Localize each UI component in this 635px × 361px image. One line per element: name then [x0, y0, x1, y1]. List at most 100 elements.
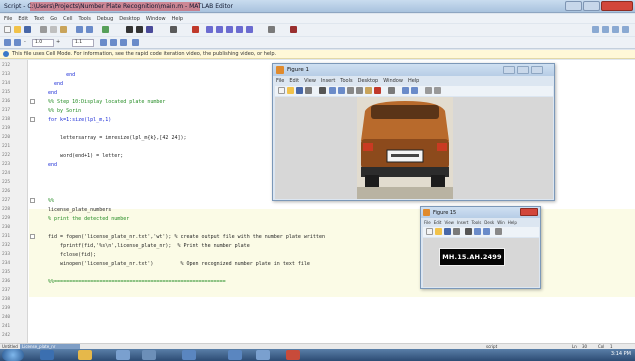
menu-tools[interactable]: Tools	[78, 16, 90, 22]
new-file-icon[interactable]	[4, 26, 11, 33]
cell-publish-icon[interactable]	[132, 39, 139, 46]
menu-cell[interactable]: Cell	[63, 16, 72, 22]
menu-desktop[interactable]: Desktop	[119, 16, 140, 22]
menu-window[interactable]: Window	[146, 16, 166, 22]
minimize-button[interactable]	[565, 1, 582, 11]
copy-icon[interactable]	[50, 26, 57, 33]
exit-debug-icon[interactable]	[246, 26, 253, 33]
cell-zoom-field-b[interactable]: 1.1	[72, 39, 94, 47]
find-icon[interactable]	[146, 26, 153, 33]
fig1-menu-view[interactable]: View	[304, 78, 316, 84]
menu-file[interactable]: File	[4, 16, 12, 22]
cell-multiply-icon[interactable]	[110, 39, 117, 46]
cell-run-icon[interactable]	[4, 39, 11, 46]
fig15-menu-insert[interactable]: Insert	[457, 220, 468, 225]
cell-evaluate-icon[interactable]	[120, 39, 127, 46]
back-icon[interactable]	[126, 26, 133, 33]
fig1-print-icon[interactable]	[305, 87, 312, 94]
fig15-menu-file[interactable]: File	[424, 220, 431, 225]
taskbar-matlab-icon[interactable]	[182, 350, 196, 360]
fig1-menu-desktop[interactable]: Desktop	[358, 78, 379, 84]
run-icon[interactable]	[102, 26, 109, 33]
figure-15-axes[interactable]: MH.15.AH.2499	[423, 238, 539, 287]
save-icon[interactable]	[24, 26, 31, 33]
taskbar-ie-icon[interactable]	[40, 350, 54, 360]
fig1-open-icon[interactable]	[287, 87, 294, 94]
fig1-hide-tools-icon[interactable]	[425, 87, 432, 94]
menu-debug[interactable]: Debug	[97, 16, 113, 22]
taskbar-app3-icon[interactable]	[256, 350, 270, 360]
cut-icon[interactable]	[40, 26, 47, 33]
fig15-menu-desktop[interactable]: Desk	[484, 220, 494, 225]
fig1-menu-edit[interactable]: Edit	[289, 78, 299, 84]
step-icon[interactable]	[206, 26, 213, 33]
figure-15-window[interactable]: Figure 15 File Edit View Insert Tools De…	[420, 206, 541, 289]
taskbar-explorer-icon[interactable]	[78, 350, 92, 360]
fig1-menu-window[interactable]: Window	[383, 78, 403, 84]
fig15-menu-help[interactable]: Help	[508, 220, 517, 225]
profiler-icon[interactable]	[290, 26, 297, 33]
fig1-zoom-out-icon[interactable]	[338, 87, 345, 94]
fold-toggle-icon[interactable]	[30, 234, 35, 239]
fig1-datacursor-icon[interactable]	[365, 87, 372, 94]
fig1-new-icon[interactable]	[278, 87, 285, 94]
taskbar-app4-icon[interactable]	[286, 350, 300, 360]
fig1-pan-icon[interactable]	[347, 87, 354, 94]
figure-1-minimize-button[interactable]	[503, 66, 515, 74]
dock-icon-d[interactable]	[622, 26, 629, 33]
continue-icon[interactable]	[236, 26, 243, 33]
fig1-zoom-in-icon[interactable]	[329, 87, 336, 94]
open-folder-icon[interactable]	[14, 26, 21, 33]
menu-edit[interactable]: Edit	[18, 16, 28, 22]
fig15-menu-tools[interactable]: Tools	[471, 220, 481, 225]
close-button[interactable]	[601, 1, 633, 11]
menu-go[interactable]: Go	[50, 16, 57, 22]
fig1-legend-icon[interactable]	[411, 87, 418, 94]
dock-icon-b[interactable]	[602, 26, 609, 33]
menu-help[interactable]: Help	[172, 16, 183, 22]
taskbar-app-icon[interactable]	[142, 350, 156, 360]
fig15-new-icon[interactable]	[426, 228, 433, 235]
fig15-zoom-in-icon[interactable]	[474, 228, 481, 235]
fig15-menu-edit[interactable]: Edit	[434, 220, 442, 225]
fig1-rotate-icon[interactable]	[356, 87, 363, 94]
stack-icon[interactable]	[268, 26, 275, 33]
dock-icon-a[interactable]	[592, 26, 599, 33]
step-in-icon[interactable]	[216, 26, 223, 33]
fig1-menu-insert[interactable]: Insert	[321, 78, 335, 84]
cell-zoom-field-a[interactable]: 1.0	[32, 39, 54, 47]
fig15-pan-icon[interactable]	[495, 228, 502, 235]
forward-icon[interactable]	[136, 26, 143, 33]
fig1-menu-tools[interactable]: Tools	[340, 78, 352, 84]
fig1-colorbar-icon[interactable]	[402, 87, 409, 94]
breakpoint-icon[interactable]	[170, 26, 177, 33]
fig1-brush-icon[interactable]	[374, 87, 381, 94]
fig15-print-icon[interactable]	[453, 228, 460, 235]
taskbar-app2-icon[interactable]	[228, 350, 242, 360]
start-button[interactable]	[2, 349, 24, 361]
stop-icon[interactable]	[192, 26, 199, 33]
fold-toggle-icon[interactable]	[30, 198, 35, 203]
figure-1-close-button[interactable]	[531, 66, 543, 74]
fold-toggle-icon[interactable]	[30, 99, 35, 104]
fig1-menu-file[interactable]: File	[276, 78, 284, 84]
undo-icon[interactable]	[76, 26, 83, 33]
cell-advance-icon[interactable]	[14, 39, 21, 46]
step-out-icon[interactable]	[226, 26, 233, 33]
figure-1-maximize-button[interactable]	[517, 66, 529, 74]
paste-icon[interactable]	[60, 26, 67, 33]
figure-15-close-button[interactable]	[520, 208, 538, 216]
redo-icon[interactable]	[86, 26, 93, 33]
cell-divide-icon[interactable]	[100, 39, 107, 46]
fig15-menu-view[interactable]: View	[444, 220, 454, 225]
fig1-link-icon[interactable]	[388, 87, 395, 94]
fig1-pointer-icon[interactable]	[319, 87, 326, 94]
fig15-zoom-out-icon[interactable]	[483, 228, 490, 235]
fig15-open-icon[interactable]	[435, 228, 442, 235]
dock-icon-c[interactable]	[612, 26, 619, 33]
fold-toggle-icon[interactable]	[30, 117, 35, 122]
fig1-save-icon[interactable]	[296, 87, 303, 94]
fig15-save-icon[interactable]	[444, 228, 451, 235]
maximize-button[interactable]	[583, 1, 600, 11]
fig15-pointer-icon[interactable]	[465, 228, 472, 235]
